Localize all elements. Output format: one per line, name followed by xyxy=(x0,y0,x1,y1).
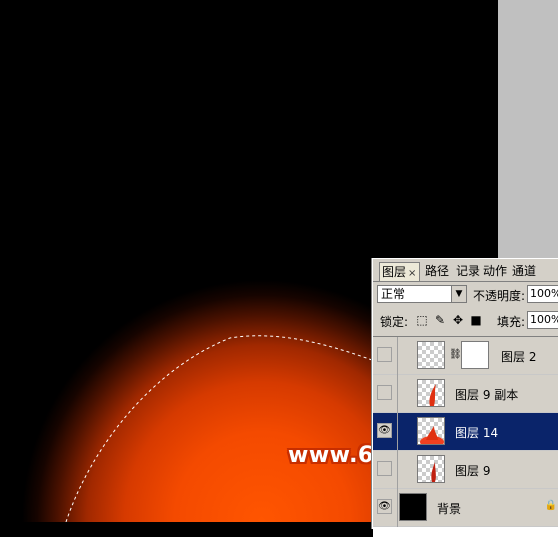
divider xyxy=(397,337,398,375)
panel-tab-bar: 图层 × 路径 记录 动作 通道 xyxy=(373,259,558,282)
lock-pixels-icon[interactable]: ✎ xyxy=(433,313,447,327)
layer-thumbnail xyxy=(417,341,445,369)
flame-icon xyxy=(429,384,436,406)
layer-name: 图层 2 xyxy=(501,350,537,364)
lock-position-icon[interactable]: ✥ xyxy=(451,313,465,327)
visibility-toggle[interactable] xyxy=(377,461,392,476)
flame-icon xyxy=(420,426,444,444)
layer-thumbnail xyxy=(399,493,427,521)
opacity-label: 不透明度: xyxy=(473,289,526,303)
tab-paths[interactable]: 路径 xyxy=(423,262,451,281)
tab-layers-label: 图层 xyxy=(382,265,407,279)
lock-label: 锁定: xyxy=(380,315,409,329)
layers-panel: 图层× 路径 记录 动作 通道 正常 ▼ 不透明度: 100% 锁定: ⬚ ✎ … xyxy=(372,258,558,537)
link-icon[interactable]: ⛓ xyxy=(449,349,462,360)
layer-name: 图层 9 xyxy=(455,464,491,478)
tab-channels[interactable]: 通道 xyxy=(510,262,538,281)
layer-name: 图层 9 副本 xyxy=(455,388,519,402)
chevron-down-icon[interactable]: ▼ xyxy=(451,286,466,302)
blend-row: 正常 ▼ 不透明度: 100% xyxy=(377,285,558,305)
eye-icon[interactable]: 👁 xyxy=(377,423,392,438)
flame-icon xyxy=(431,462,436,482)
layer-row[interactable]: ⛓ 图层 2 xyxy=(373,337,558,375)
opacity-input[interactable]: 100% xyxy=(527,285,558,303)
layer-row[interactable]: 👁 背景 🔒 xyxy=(373,489,558,527)
lock-icon: 🔒 xyxy=(544,500,557,511)
mask-thumbnail[interactable] xyxy=(461,341,489,369)
layer-thumbnail xyxy=(417,417,445,445)
layer-thumbnail xyxy=(417,455,445,483)
divider xyxy=(397,375,398,413)
layer-name: 图层 14 xyxy=(455,426,499,440)
blend-mode-value: 正常 xyxy=(381,287,406,301)
visibility-toggle[interactable] xyxy=(377,347,392,362)
layer-row[interactable]: 图层 9 xyxy=(373,451,558,489)
close-icon[interactable]: × xyxy=(408,268,416,279)
lock-all-icon[interactable]: ■ xyxy=(469,313,483,327)
blend-mode-select[interactable]: 正常 ▼ xyxy=(377,285,467,303)
tab-actions[interactable]: 动作 xyxy=(481,262,509,281)
lock-row: 锁定: ⬚ ✎ ✥ ■ 填充: 100% xyxy=(377,311,558,331)
divider xyxy=(397,489,398,527)
tab-layers[interactable]: 图层 × xyxy=(379,262,421,281)
divider xyxy=(397,413,398,451)
layer-row[interactable]: 👁 图层 14 xyxy=(373,413,558,451)
layer-thumbnail xyxy=(417,379,445,407)
visibility-toggle[interactable] xyxy=(377,385,392,400)
lock-transparency-icon[interactable]: ⬚ xyxy=(415,313,429,327)
tab-history[interactable]: 记录 xyxy=(454,262,482,281)
eye-icon[interactable]: 👁 xyxy=(377,499,392,514)
layer-name: 背景 xyxy=(437,502,462,516)
divider xyxy=(397,451,398,489)
fill-label: 填充: xyxy=(497,315,526,329)
layer-row[interactable]: 图层 9 副本 xyxy=(373,375,558,413)
layer-list: ⛓ 图层 2 图层 9 副本 👁 图层 14 图层 9 👁 背景 🔒 xyxy=(373,336,558,537)
fill-input[interactable]: 100% xyxy=(527,311,558,329)
